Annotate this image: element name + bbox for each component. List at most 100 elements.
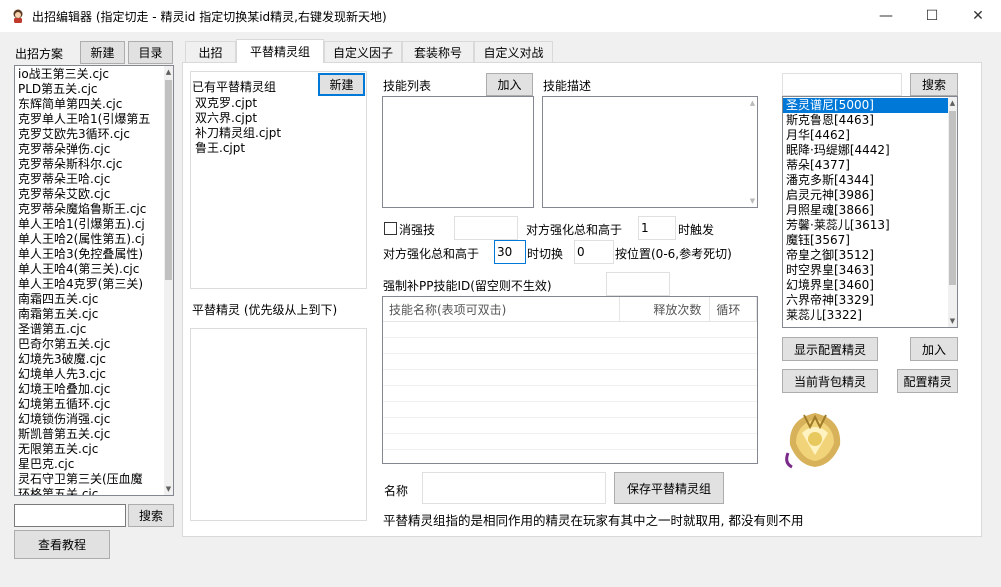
- switch-suffix-label: 时切换: [527, 247, 564, 261]
- group-list-item[interactable]: 鲁王.cjpt: [192, 141, 362, 156]
- scroll-down-icon[interactable]: ▼: [164, 483, 173, 495]
- plan-list-item[interactable]: 斯凯普第五关.cjc: [15, 427, 173, 442]
- plan-search-button[interactable]: 搜索: [128, 504, 174, 527]
- spirit-list-item[interactable]: 魔钰[3567]: [783, 233, 957, 248]
- skill-list[interactable]: [382, 96, 534, 208]
- plan-list-item[interactable]: io战王第三关.cjc: [15, 67, 173, 82]
- plan-list-scrollbar[interactable]: ▲ ▼: [164, 66, 173, 495]
- plan-list-item[interactable]: 克罗蒂朵斯科尔.cjc: [15, 157, 173, 172]
- plan-list-item[interactable]: 幻境第五循环.cjc: [15, 397, 173, 412]
- spirit-list-item[interactable]: 蒂朵[4377]: [783, 158, 957, 173]
- opp-strength-trigger-input[interactable]: 1: [638, 216, 676, 240]
- group-list-item[interactable]: 双克罗.cjpt: [192, 96, 362, 111]
- spirit-list-item[interactable]: 启灵元神[3986]: [783, 188, 957, 203]
- plan-list-item[interactable]: 幻境王哈叠加.cjc: [15, 382, 173, 397]
- spirit-search-button[interactable]: 搜索: [910, 73, 958, 96]
- cancel-strength-input[interactable]: [454, 216, 518, 240]
- tab-alt-spirit-group[interactable]: 平替精灵组: [236, 39, 324, 63]
- minimize-button[interactable]: —: [863, 0, 909, 32]
- skill-list-label: 技能列表: [383, 79, 432, 93]
- plan-list-item[interactable]: 克罗蒂朵艾欧.cjc: [15, 187, 173, 202]
- col-loop[interactable]: 循环: [710, 297, 757, 321]
- col-release-count[interactable]: 释放次数: [620, 297, 711, 321]
- spirit-list-item[interactable]: 幻境界皇[3460]: [783, 278, 957, 293]
- spirit-list-item[interactable]: 月华[4462]: [783, 128, 957, 143]
- spirit-list-item[interactable]: 潘克多斯[4344]: [783, 173, 957, 188]
- spirit-list-item[interactable]: 圣灵谱尼[5000]: [783, 98, 957, 113]
- spirit-list-item[interactable]: 莱蕊儿[3322]: [783, 308, 957, 323]
- scroll-thumb[interactable]: [949, 111, 956, 285]
- col-skill-name[interactable]: 技能名称(表项可双击): [383, 297, 621, 321]
- spirit-list-item[interactable]: 斯克鲁恩[4463]: [783, 113, 957, 128]
- spirit-list-item[interactable]: 眠降·玛缇娜[4442]: [783, 143, 957, 158]
- spirit-list-item[interactable]: 六界帝神[3329]: [783, 293, 957, 308]
- cancel-strength-checkbox[interactable]: [384, 222, 397, 235]
- new-group-button[interactable]: 新建: [318, 73, 365, 96]
- plan-list-item[interactable]: 环格第五关.cjc: [15, 487, 173, 495]
- tab-moves[interactable]: 出招: [185, 41, 236, 62]
- group-list[interactable]: 双克罗.cjpt 双六界.cjpt 补刀精灵组.cjpt 鲁王.cjpt: [192, 96, 362, 156]
- plan-list-item[interactable]: 巴奇尔第五关.cjc: [15, 337, 173, 352]
- tab-custom-battle[interactable]: 自定义对战: [474, 41, 553, 62]
- plan-list[interactable]: io战王第三关.cjc PLD第五关.cjc 东辉简单第四关.cjc 克罗单人王哈1(…: [14, 65, 174, 496]
- group-list-item[interactable]: 补刀精灵组.cjpt: [192, 126, 362, 141]
- plan-search-input[interactable]: [14, 504, 126, 527]
- plan-list-item[interactable]: 克罗艾欧先3循环.cjc: [15, 127, 173, 142]
- add-spirit-button[interactable]: 加入: [910, 337, 958, 361]
- save-group-button[interactable]: 保存平替精灵组: [614, 472, 724, 504]
- maximize-button[interactable]: ☐: [909, 0, 955, 32]
- plan-list-item[interactable]: 克罗蒂朵魔焰鲁斯王.cjc: [15, 202, 173, 217]
- plan-list-item[interactable]: 幻境单人先3.cjc: [15, 367, 173, 382]
- alt-spirits-list[interactable]: [190, 328, 367, 521]
- directory-button[interactable]: 目录: [128, 41, 173, 64]
- plan-list-item[interactable]: 单人王哈4(第三关).cjc: [15, 262, 173, 277]
- plan-list-item[interactable]: 单人王哈4克罗(第三关): [15, 277, 173, 292]
- scroll-up-icon[interactable]: ▲: [948, 97, 957, 109]
- tab-custom-factor[interactable]: 自定义因子: [324, 41, 402, 62]
- plan-list-item[interactable]: 幻境先3破魔.cjc: [15, 352, 173, 367]
- spirit-list-item[interactable]: 帝皇之御[3512]: [783, 248, 957, 263]
- plan-list-item[interactable]: 南霜四五关.cjc: [15, 292, 173, 307]
- group-list-item[interactable]: 双六界.cjpt: [192, 111, 362, 126]
- spirit-list-item[interactable]: 时空界皇[3463]: [783, 263, 957, 278]
- spirit-list[interactable]: 圣灵谱尼[5000] 斯克鲁恩[4463] 月华[4462] 眠降·玛缇娜[4442]…: [782, 96, 958, 328]
- opp-strength-trigger-label: 对方强化总和高于: [526, 223, 623, 237]
- view-tutorial-button[interactable]: 查看教程: [14, 530, 110, 559]
- plan-list-item[interactable]: 单人王哈2(属性第五).cj: [15, 232, 173, 247]
- tab-suit-title[interactable]: 套装称号: [402, 41, 474, 62]
- show-config-spirits-button[interactable]: 显示配置精灵: [782, 337, 878, 361]
- config-spirits-button[interactable]: 配置精灵: [897, 369, 958, 393]
- spirit-list-item[interactable]: 月照星魂[3866]: [783, 203, 957, 218]
- plan-list-item[interactable]: 星巴克.cjc: [15, 457, 173, 472]
- spirit-search-input[interactable]: [782, 73, 902, 96]
- skill-description-box[interactable]: ▲ ▼: [542, 96, 758, 208]
- new-plan-button[interactable]: 新建: [80, 41, 125, 64]
- plan-list-item[interactable]: 克罗蒂朵王哈.cjc: [15, 172, 173, 187]
- plan-list-item[interactable]: 灵石守卫第三关(压血魔: [15, 472, 173, 487]
- skills-table[interactable]: 技能名称(表项可双击) 释放次数 循环: [382, 296, 758, 464]
- plan-list-item[interactable]: 单人王哈3(免控叠属性): [15, 247, 173, 262]
- plan-list-item[interactable]: 单人王哈1(引爆第五).cj: [15, 217, 173, 232]
- current-bag-spirits-button[interactable]: 当前背包精灵: [782, 369, 878, 393]
- plan-list-item[interactable]: 东辉简单第四关.cjc: [15, 97, 173, 112]
- add-skill-button[interactable]: 加入: [486, 73, 533, 96]
- scroll-up-icon[interactable]: ▲: [748, 97, 757, 109]
- plan-list-item[interactable]: 圣谱第五.cjc: [15, 322, 173, 337]
- plan-list-item[interactable]: 克罗单人王哈1(引爆第五: [15, 112, 173, 127]
- scroll-down-icon[interactable]: ▼: [948, 315, 957, 327]
- scroll-thumb[interactable]: [165, 80, 172, 280]
- plan-list-item[interactable]: 南霜第五关.cjc: [15, 307, 173, 322]
- scroll-down-icon[interactable]: ▼: [748, 195, 757, 207]
- close-button[interactable]: ✕: [955, 0, 1001, 32]
- switch-threshold-input[interactable]: 30: [494, 240, 526, 264]
- plan-list-item[interactable]: PLD第五关.cjc: [15, 82, 173, 97]
- spirit-list-item[interactable]: 芳馨·莱蕊儿[3613]: [783, 218, 957, 233]
- force-pp-input[interactable]: [606, 272, 670, 296]
- scroll-up-icon[interactable]: ▲: [164, 66, 173, 78]
- plan-list-item[interactable]: 无限第五关.cjc: [15, 442, 173, 457]
- group-name-input[interactable]: [422, 472, 606, 504]
- plan-list-item[interactable]: 克罗蒂朵弹伤.cjc: [15, 142, 173, 157]
- spirit-list-scrollbar[interactable]: ▲ ▼: [948, 97, 957, 327]
- plan-list-item[interactable]: 幻境锁伤消强.cjc: [15, 412, 173, 427]
- switch-position-input[interactable]: 0: [574, 240, 614, 264]
